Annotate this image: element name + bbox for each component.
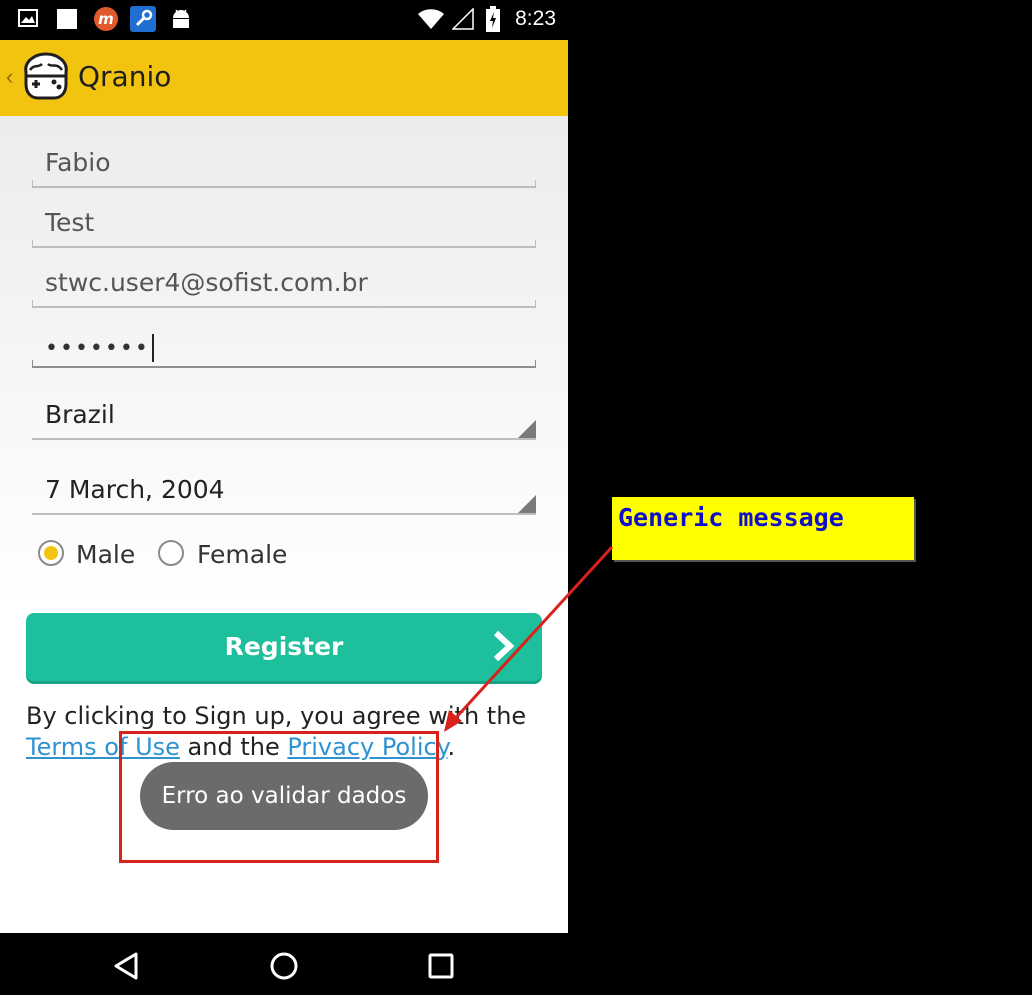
chevron-left-icon[interactable]: ‹ bbox=[6, 64, 13, 90]
back-triangle-icon[interactable] bbox=[110, 949, 144, 983]
email-underline bbox=[32, 300, 536, 308]
recents-square-icon[interactable] bbox=[424, 949, 458, 983]
gender-radio-group: Male Female bbox=[36, 536, 436, 576]
last-name-value: Test bbox=[45, 208, 95, 237]
password-underline bbox=[32, 360, 536, 368]
app-title: Qranio bbox=[78, 60, 172, 93]
terms-prefix: By clicking to Sign up, you agree with t… bbox=[26, 702, 527, 730]
last-name-underline bbox=[32, 240, 536, 248]
gender-male-radio[interactable] bbox=[38, 540, 64, 566]
wifi-icon bbox=[418, 8, 444, 30]
signal-icon bbox=[452, 8, 474, 30]
birth-date-value: 7 March, 2004 bbox=[45, 475, 225, 504]
chevron-right-icon bbox=[492, 629, 516, 668]
nav-bar bbox=[0, 933, 568, 995]
dropdown-triangle-icon bbox=[518, 420, 536, 438]
status-bar: m 8:23 bbox=[0, 0, 568, 40]
gender-female-label[interactable]: Female bbox=[197, 540, 287, 569]
brain-gamepad-logo[interactable] bbox=[20, 50, 72, 102]
register-button[interactable]: Register bbox=[26, 613, 542, 681]
status-time: 8:23 bbox=[515, 7, 556, 30]
wrench-icon bbox=[130, 6, 156, 32]
gender-female-radio[interactable] bbox=[158, 540, 184, 566]
email-value: stwc.user4@sofist.com.br bbox=[45, 268, 368, 297]
gender-male-label[interactable]: Male bbox=[76, 540, 135, 569]
password-field[interactable]: ••••••• bbox=[32, 324, 536, 368]
birth-date-underline bbox=[32, 513, 536, 515]
birth-date-select[interactable]: 7 March, 2004 bbox=[32, 469, 536, 515]
home-circle-icon[interactable] bbox=[267, 949, 301, 983]
square-icon bbox=[56, 8, 78, 30]
country-underline bbox=[32, 438, 536, 440]
password-mask: ••••••• bbox=[45, 336, 150, 361]
m-app-icon: m bbox=[93, 6, 119, 32]
battery-charging-icon bbox=[486, 6, 500, 32]
first-name-value: Fabio bbox=[45, 148, 111, 177]
android-icon bbox=[170, 6, 192, 32]
svg-text:m: m bbox=[98, 10, 114, 28]
annotation-note-text: Generic message bbox=[618, 503, 844, 532]
gallery-icon bbox=[18, 8, 38, 28]
register-button-label: Register bbox=[224, 632, 344, 661]
first-name-underline bbox=[32, 180, 536, 188]
terms-suffix: . bbox=[447, 733, 456, 761]
dropdown-triangle-icon bbox=[518, 495, 536, 513]
app-bar: ‹ Qranio bbox=[0, 40, 568, 116]
text-cursor bbox=[151, 334, 154, 362]
email-field[interactable]: stwc.user4@sofist.com.br bbox=[32, 264, 536, 308]
annotation-note: Generic message bbox=[612, 497, 914, 560]
last-name-field[interactable]: Test bbox=[32, 204, 536, 248]
toast-highlight-box bbox=[119, 731, 439, 863]
country-value: Brazil bbox=[45, 400, 115, 429]
country-select[interactable]: Brazil bbox=[32, 394, 536, 440]
first-name-field[interactable]: Fabio bbox=[32, 144, 536, 188]
